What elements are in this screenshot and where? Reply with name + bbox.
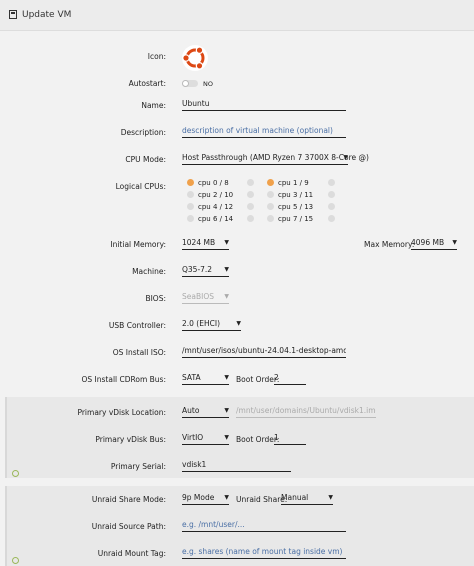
cpu-6-checkbox[interactable] xyxy=(187,215,194,222)
bios-label: BIOS: xyxy=(145,294,166,303)
cpu-5-ht-checkbox[interactable] xyxy=(328,203,335,210)
machine-label: Machine: xyxy=(132,267,166,276)
icon-label: Icon: xyxy=(147,52,166,61)
initial-memory-value: 1024 MB xyxy=(182,238,216,247)
logical-cpus-label: Logical CPUs: xyxy=(115,182,166,191)
chevron-down-icon: ▼ xyxy=(328,494,333,501)
unraid-share-mode-select[interactable]: 9p Mode ▼ xyxy=(182,492,229,505)
cpu-mode-value: Host Passthrough (AMD Ryzen 7 3700X 8-Co… xyxy=(182,153,369,162)
cpu-2-ht-checkbox[interactable] xyxy=(247,191,254,198)
cpu-0-label: cpu 0 / 8 xyxy=(198,179,229,187)
window-header: Update VM xyxy=(0,0,474,31)
vdisk-location-select[interactable]: Auto ▼ xyxy=(182,405,229,418)
chevron-down-icon: ▼ xyxy=(224,434,229,441)
usb-controller-value: 2.0 (EHCI) xyxy=(182,319,220,328)
unraid-source-path-input[interactable]: e.g. /mnt/user/... xyxy=(182,519,346,532)
os-install-iso-input[interactable]: /mnt/user/isos/ubuntu-24.04.1-desktop-am… xyxy=(182,345,346,358)
description-label: Description: xyxy=(120,128,166,137)
cpu-3-label: cpu 3 / 11 xyxy=(278,191,314,199)
cpu-6-ht-checkbox[interactable] xyxy=(247,215,254,222)
chevron-down-icon: ▼ xyxy=(343,154,348,161)
max-memory-select[interactable]: 4096 MB ▼ xyxy=(411,237,457,250)
cpu-4-checkbox[interactable] xyxy=(187,203,194,210)
cpu-7-checkbox[interactable] xyxy=(267,215,274,222)
max-memory-value: 4096 MB xyxy=(411,238,445,247)
cpu-6-label: cpu 6 / 14 xyxy=(198,215,234,223)
autostart-toggle[interactable] xyxy=(182,80,198,87)
vm-icon xyxy=(9,10,17,19)
bios-value: SeaBIOS xyxy=(182,292,214,301)
vdisk-boot-order-label: Boot Order: xyxy=(236,435,280,444)
cpu-7-label: cpu 7 / 15 xyxy=(278,215,314,223)
vdisk-location-value: Auto xyxy=(182,406,200,415)
initial-memory-label: Initial Memory: xyxy=(110,240,166,249)
cpu-4-label: cpu 4 / 12 xyxy=(198,203,234,211)
add-share-icon[interactable] xyxy=(12,557,19,564)
vdisk-path-input[interactable]: /mnt/user/domains/Ubuntu/vdisk1.img xyxy=(236,405,376,418)
cpu-3-ht-checkbox[interactable] xyxy=(328,191,335,198)
add-vdisk-icon[interactable] xyxy=(12,470,19,477)
cpu-1-ht-checkbox[interactable] xyxy=(328,179,335,186)
unraid-share-select[interactable]: Manual ▼ xyxy=(281,492,333,505)
cpu-2-checkbox[interactable] xyxy=(187,191,194,198)
cpu-7-ht-checkbox[interactable] xyxy=(328,215,335,222)
cpu-1-label: cpu 1 / 9 xyxy=(278,179,309,187)
os-install-iso-label: OS Install ISO: xyxy=(112,348,166,357)
unraid-share-mode-label: Unraid Share Mode: xyxy=(91,495,166,504)
chevron-down-icon: ▼ xyxy=(224,266,229,273)
cpu-mode-label: CPU Mode: xyxy=(125,155,166,164)
vdisk-bus-value: VirtIO xyxy=(182,433,204,442)
chevron-down-icon: ▼ xyxy=(452,239,457,246)
chevron-down-icon: ▼ xyxy=(224,494,229,501)
unraid-share-mode-value: 9p Mode xyxy=(182,493,215,502)
initial-memory-select[interactable]: 1024 MB ▼ xyxy=(182,237,229,250)
vdisk-boot-order-input[interactable]: 1 xyxy=(274,432,306,445)
chevron-down-icon: ▼ xyxy=(224,374,229,381)
cpu-1-checkbox[interactable] xyxy=(267,179,274,186)
cpu-3-checkbox[interactable] xyxy=(267,191,274,198)
page-title: Update VM xyxy=(22,10,72,20)
unraid-share-value: Manual xyxy=(281,493,309,502)
name-input[interactable]: Ubuntu xyxy=(182,98,346,111)
vdisk-bus-select[interactable]: VirtIO ▼ xyxy=(182,432,229,445)
name-label: Name: xyxy=(141,101,166,110)
chevron-down-icon: ▼ xyxy=(236,320,241,327)
machine-value: Q35-7.2 xyxy=(182,265,213,274)
autostart-value: NO xyxy=(203,80,213,88)
machine-select[interactable]: Q35-7.2 ▼ xyxy=(182,264,229,277)
os-install-cdrom-bus-label: OS Install CDRom Bus: xyxy=(81,375,166,384)
cdrom-boot-order-input[interactable]: 2 xyxy=(274,372,306,385)
cpu-0-ht-checkbox[interactable] xyxy=(247,179,254,186)
primary-vdisk-location-label: Primary vDisk Location: xyxy=(77,408,166,417)
unraid-source-path-label: Unraid Source Path: xyxy=(91,522,166,531)
chevron-down-icon: ▼ xyxy=(224,407,229,414)
max-memory-label: Max Memory: xyxy=(364,240,415,249)
cpu-2-label: cpu 2 / 10 xyxy=(198,191,234,199)
usb-controller-label: USB Controller: xyxy=(108,321,166,330)
cpu-mode-select[interactable]: Host Passthrough (AMD Ryzen 7 3700X 8-Co… xyxy=(182,152,369,165)
cpu-5-label: cpu 5 / 13 xyxy=(278,203,314,211)
cdrom-bus-select[interactable]: SATA ▼ xyxy=(182,372,229,385)
unraid-mount-tag-input[interactable]: e.g. shares (name of mount tag inside vm… xyxy=(182,546,346,559)
cpu-4-ht-checkbox[interactable] xyxy=(247,203,254,210)
cdrom-bus-value: SATA xyxy=(182,373,201,382)
primary-vdisk-bus-label: Primary vDisk Bus: xyxy=(95,435,166,444)
primary-serial-input[interactable]: vdisk1 xyxy=(182,459,291,472)
bios-select[interactable]: SeaBIOS ▼ xyxy=(182,291,229,304)
ubuntu-logo-icon[interactable] xyxy=(181,44,209,72)
cpu-0-checkbox[interactable] xyxy=(187,179,194,186)
description-input[interactable]: description of virtual machine (optional… xyxy=(182,125,346,138)
cdrom-boot-order-label: Boot Order: xyxy=(236,375,280,384)
primary-serial-label: Primary Serial: xyxy=(110,462,166,471)
chevron-down-icon: ▼ xyxy=(224,239,229,246)
chevron-down-icon: ▼ xyxy=(224,293,229,300)
usb-controller-select[interactable]: 2.0 (EHCI) ▼ xyxy=(182,318,241,331)
autostart-label: Autostart: xyxy=(128,79,166,88)
cpu-5-checkbox[interactable] xyxy=(267,203,274,210)
unraid-share-label: Unraid Share: xyxy=(236,495,288,504)
unraid-mount-tag-label: Unraid Mount Tag: xyxy=(97,549,166,558)
